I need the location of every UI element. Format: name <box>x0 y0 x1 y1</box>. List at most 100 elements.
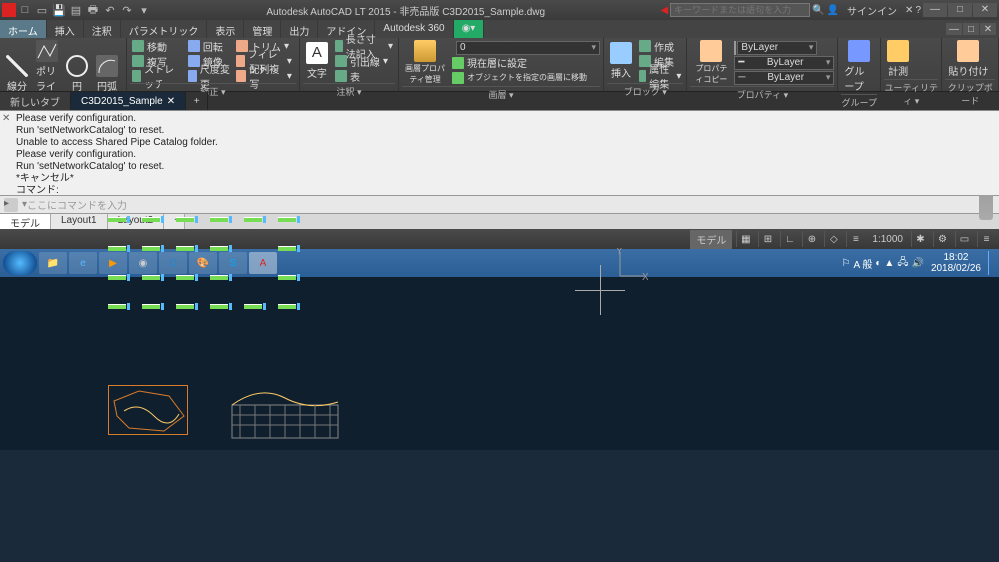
ribbon: 線分 ポリライン 円 円弧 作成 ▾ 移動 複写 ストレッチ 回転 鏡像 尺度変… <box>0 38 999 92</box>
doc-min[interactable]: — <box>946 23 962 35</box>
tab-layout1[interactable]: Layout1 <box>51 214 108 229</box>
tab-featured[interactable]: ◉▾ <box>454 20 485 38</box>
layer-props-button[interactable]: 画層プロパティ管理 <box>402 39 448 86</box>
new-icon[interactable]: □ <box>18 3 32 17</box>
qat-chevron-icon[interactable]: ▾ <box>137 3 151 17</box>
array-button[interactable]: 配列複写 ▾ <box>234 69 294 83</box>
ime-indicator[interactable]: A 般 <box>853 256 872 271</box>
dimension-button[interactable]: 長さ寸法記入 ▾ <box>333 39 395 53</box>
grid-toggle[interactable]: ▦ <box>736 231 754 247</box>
leader-button[interactable]: 引出線 ▾ <box>333 54 395 68</box>
tray-flag-icon[interactable]: ⚐ <box>842 258 851 269</box>
arc-button[interactable]: 円弧 <box>93 54 121 94</box>
show-desktop[interactable] <box>988 251 996 275</box>
infocenter-icon[interactable]: ◀ <box>660 5 668 16</box>
color-combo[interactable]: ByLayer <box>737 41 817 55</box>
minimize-button[interactable]: — <box>923 3 947 17</box>
tab-insert[interactable]: 挿入 <box>47 20 84 38</box>
lineweight-combo[interactable]: ━ ByLayer <box>734 56 834 70</box>
match-layer-button[interactable]: オブジェクトを指定の画層に移動 <box>450 71 600 85</box>
filetab-add[interactable]: + <box>186 92 208 110</box>
taskbar-clock[interactable]: 18:022018/02/26 <box>927 252 985 274</box>
polar-toggle[interactable]: ⊕ <box>802 231 820 247</box>
circle-button[interactable]: 円 <box>63 54 91 94</box>
tray-icon[interactable]: ▲ <box>884 258 894 269</box>
plot-icon[interactable]: 🖶 <box>86 3 100 17</box>
save-icon[interactable]: 💾 <box>52 3 66 17</box>
tab-model[interactable]: モデル <box>0 214 51 229</box>
linetype-combo[interactable]: ─ ByLayer <box>734 71 834 85</box>
measure-button[interactable]: 計測 <box>884 39 912 79</box>
tab-a360[interactable]: Autodesk 360 <box>375 20 453 38</box>
command-history[interactable]: ✕ Please verify configuration. Run 'setN… <box>0 110 999 195</box>
anno-toggle[interactable]: ✱ <box>911 231 929 247</box>
open-icon[interactable]: ▭ <box>35 3 49 17</box>
panel-block-label[interactable]: ブロック ▾ <box>607 83 683 98</box>
drawing-canvas[interactable]: — □ ✕ YX ✕ Please verify configuration. … <box>0 110 999 450</box>
line-button[interactable]: 線分 <box>3 54 31 94</box>
exchange-icon[interactable]: ✕ <box>905 5 913 16</box>
paste-button[interactable]: 貼り付け <box>945 39 991 79</box>
color-icon[interactable] <box>734 41 736 55</box>
redo-icon[interactable]: ↷ <box>120 3 134 17</box>
lwt-toggle[interactable]: ≡ <box>846 231 864 247</box>
match-props-button[interactable]: プロパティコピー <box>690 39 732 86</box>
tray-volume-icon[interactable]: 🔊 <box>911 258 923 269</box>
layer-combo[interactable]: 0 <box>456 41 600 55</box>
saveas-icon[interactable]: ▤ <box>69 3 83 17</box>
create-block-button[interactable]: 作成 <box>637 39 683 53</box>
insert-block-button[interactable]: 挿入 <box>607 41 635 81</box>
start-button[interactable] <box>3 251 37 275</box>
search-input[interactable] <box>670 3 810 17</box>
customize-icon[interactable]: ≡ <box>977 231 995 247</box>
scale-button[interactable]: 尺度変更 <box>186 69 232 83</box>
snap-toggle[interactable]: ⊞ <box>758 231 776 247</box>
help-icon[interactable]: ? <box>915 5 921 16</box>
filetab-start[interactable]: 新しいタブ <box>0 92 71 110</box>
anno-scale[interactable]: 1:1000 <box>868 234 907 245</box>
panel-groups: グループ グループ ▾ <box>838 38 881 91</box>
panel-util-label[interactable]: ユーティリティ ▾ <box>884 79 938 107</box>
signin-link[interactable]: サインイン <box>847 3 897 18</box>
close-button[interactable]: ✕ <box>973 3 997 17</box>
tab-manage[interactable]: 管理 <box>244 20 281 38</box>
tab-output[interactable]: 出力 <box>281 20 318 38</box>
taskbar-ie-icon[interactable]: e <box>69 252 97 274</box>
cmd-line: *キャンセル* <box>16 173 995 185</box>
text-button[interactable]: A文字 <box>303 41 331 81</box>
doc-close[interactable]: ✕ <box>980 23 996 35</box>
tab-annotate[interactable]: 注釈 <box>84 20 121 38</box>
filetab-sample[interactable]: C3D2015_Sample✕ <box>71 92 186 110</box>
search-icon[interactable]: 🔍 <box>812 5 824 16</box>
cmd-prompt-icon[interactable]: ▸ <box>4 198 18 212</box>
maximize-button[interactable]: □ <box>948 3 972 17</box>
osnap-toggle[interactable]: ◇ <box>824 231 842 247</box>
group-button[interactable]: グループ <box>841 39 877 94</box>
panel-layers-label[interactable]: 画層 ▾ <box>402 86 600 101</box>
doc-max[interactable]: □ <box>963 23 979 35</box>
move-button[interactable]: 移動 <box>130 39 184 53</box>
taskbar-explorer-icon[interactable]: 📁 <box>39 252 67 274</box>
rotate-button[interactable]: 回転 <box>186 39 232 53</box>
ucs-icon[interactable]: YX <box>614 248 648 282</box>
quick-access-toolbar: □ ▭ 💾 ▤ 🖶 ↶ ↷ ▾ <box>18 3 151 17</box>
ortho-toggle[interactable]: ∟ <box>780 231 798 247</box>
undo-icon[interactable]: ↶ <box>103 3 117 17</box>
tab-parametric[interactable]: パラメトリック <box>121 20 208 38</box>
tab-home[interactable]: ホーム <box>0 20 47 38</box>
modelspace-toggle[interactable]: モデル <box>690 230 732 249</box>
edit-attr-button[interactable]: 属性編集 ▾ <box>637 69 683 83</box>
tab-close-icon[interactable]: ✕ <box>167 96 175 107</box>
user-icon[interactable]: 👤 <box>827 5 839 16</box>
tray-network-icon[interactable]: 🖧 <box>897 255 908 272</box>
clean-screen-icon[interactable]: ▭ <box>955 231 973 247</box>
cmd-close-icon[interactable]: ✕ <box>2 113 12 123</box>
workspace-icon[interactable]: ⚙ <box>933 231 951 247</box>
panel-annot-label[interactable]: 注釈 ▾ <box>303 83 395 98</box>
make-current-button[interactable]: 現在層に設定 <box>450 56 600 70</box>
stretch-button[interactable]: ストレッチ <box>130 69 184 83</box>
tab-view[interactable]: 表示 <box>207 20 244 38</box>
tray-icon[interactable]: ◐ <box>875 258 881 269</box>
panel-props-label[interactable]: プロパティ ▾ <box>690 86 834 101</box>
table-button[interactable]: 表 <box>333 69 395 83</box>
